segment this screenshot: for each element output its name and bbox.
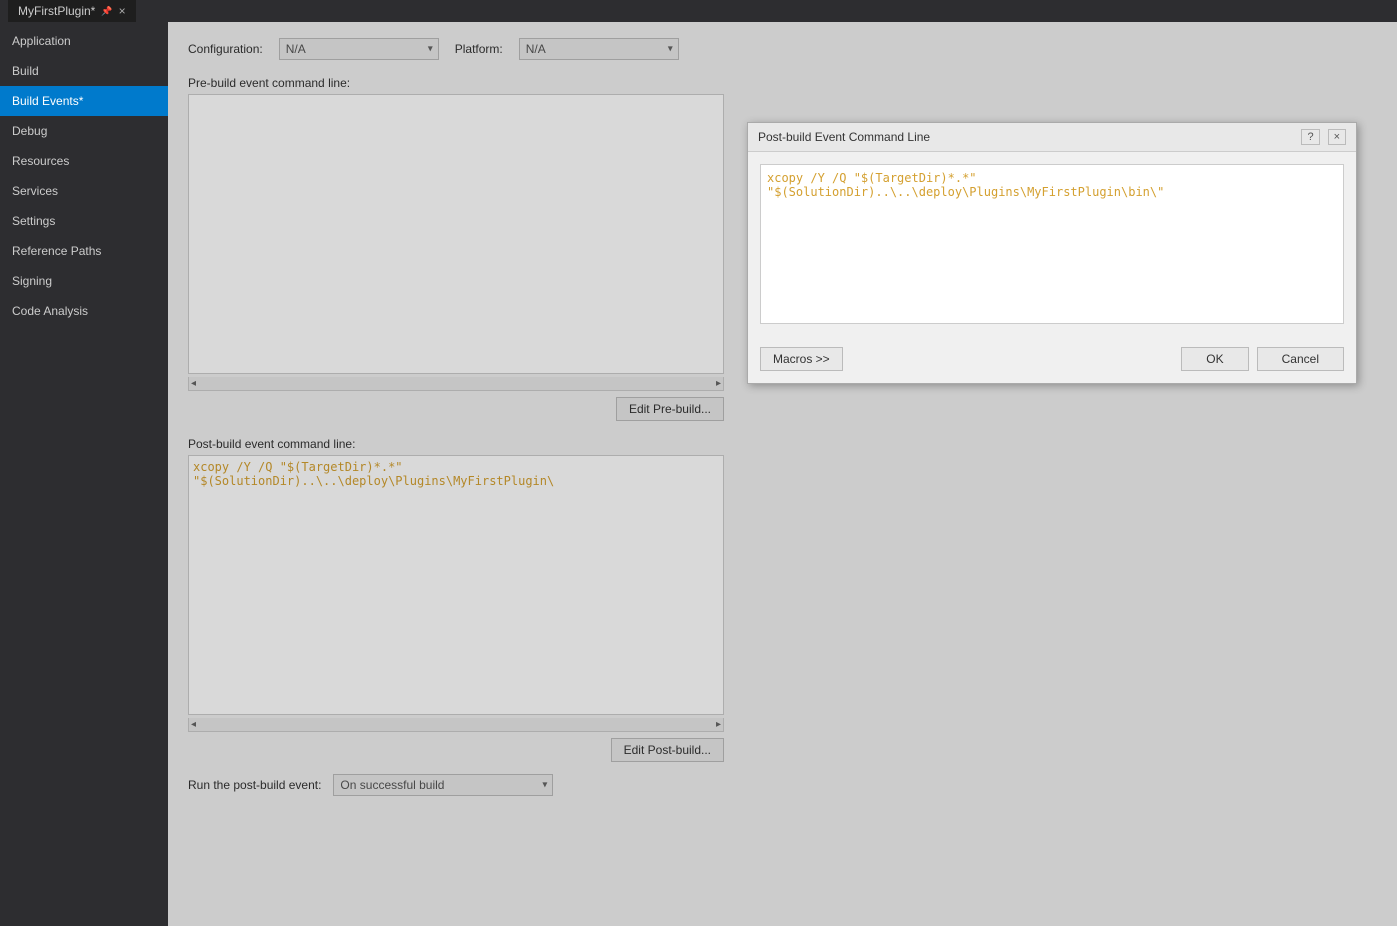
modal-content — [748, 152, 1356, 339]
sidebar-item-application[interactable]: Application — [0, 26, 168, 56]
sidebar-item-code-analysis[interactable]: Code Analysis — [0, 296, 168, 326]
macros-button[interactable]: Macros >> — [760, 347, 843, 371]
modal-titlebar-buttons: ? × — [1301, 129, 1346, 145]
sidebar-item-settings[interactable]: Settings — [0, 206, 168, 236]
modal-ok-button[interactable]: OK — [1181, 347, 1248, 371]
document-tab[interactable]: MyFirstPlugin* 📌 × — [8, 0, 136, 22]
sidebar-item-build[interactable]: Build — [0, 56, 168, 86]
modal-overlay: Post-build Event Command Line ? × Macros… — [168, 22, 1397, 926]
modal-help-button[interactable]: ? — [1301, 129, 1319, 145]
title-bar: MyFirstPlugin* 📌 × — [0, 0, 1397, 22]
close-icon[interactable]: × — [119, 4, 126, 18]
modal-close-button[interactable]: × — [1328, 129, 1346, 145]
sidebar-item-build-events[interactable]: Build Events* — [0, 86, 168, 116]
modal-cancel-button[interactable]: Cancel — [1257, 347, 1344, 371]
modal-title: Post-build Event Command Line — [758, 130, 930, 144]
pin-icon[interactable]: 📌 — [101, 6, 112, 17]
modal-dialog: Post-build Event Command Line ? × Macros… — [747, 122, 1357, 384]
modal-actions: Macros >> OK Cancel — [748, 339, 1356, 383]
sidebar-item-resources[interactable]: Resources — [0, 146, 168, 176]
modal-command-textarea[interactable] — [760, 164, 1344, 324]
tab-label: MyFirstPlugin* — [18, 4, 95, 18]
sidebar-item-signing[interactable]: Signing — [0, 266, 168, 296]
sidebar: Application Build Build Events* Debug Re… — [0, 22, 168, 926]
sidebar-item-services[interactable]: Services — [0, 176, 168, 206]
sidebar-item-debug[interactable]: Debug — [0, 116, 168, 146]
content-area: Configuration: N/A Platform: N/A Pre-bui… — [168, 22, 1397, 926]
modal-titlebar: Post-build Event Command Line ? × — [748, 123, 1356, 152]
sidebar-item-reference-paths[interactable]: Reference Paths — [0, 236, 168, 266]
main-layout: Application Build Build Events* Debug Re… — [0, 22, 1397, 926]
